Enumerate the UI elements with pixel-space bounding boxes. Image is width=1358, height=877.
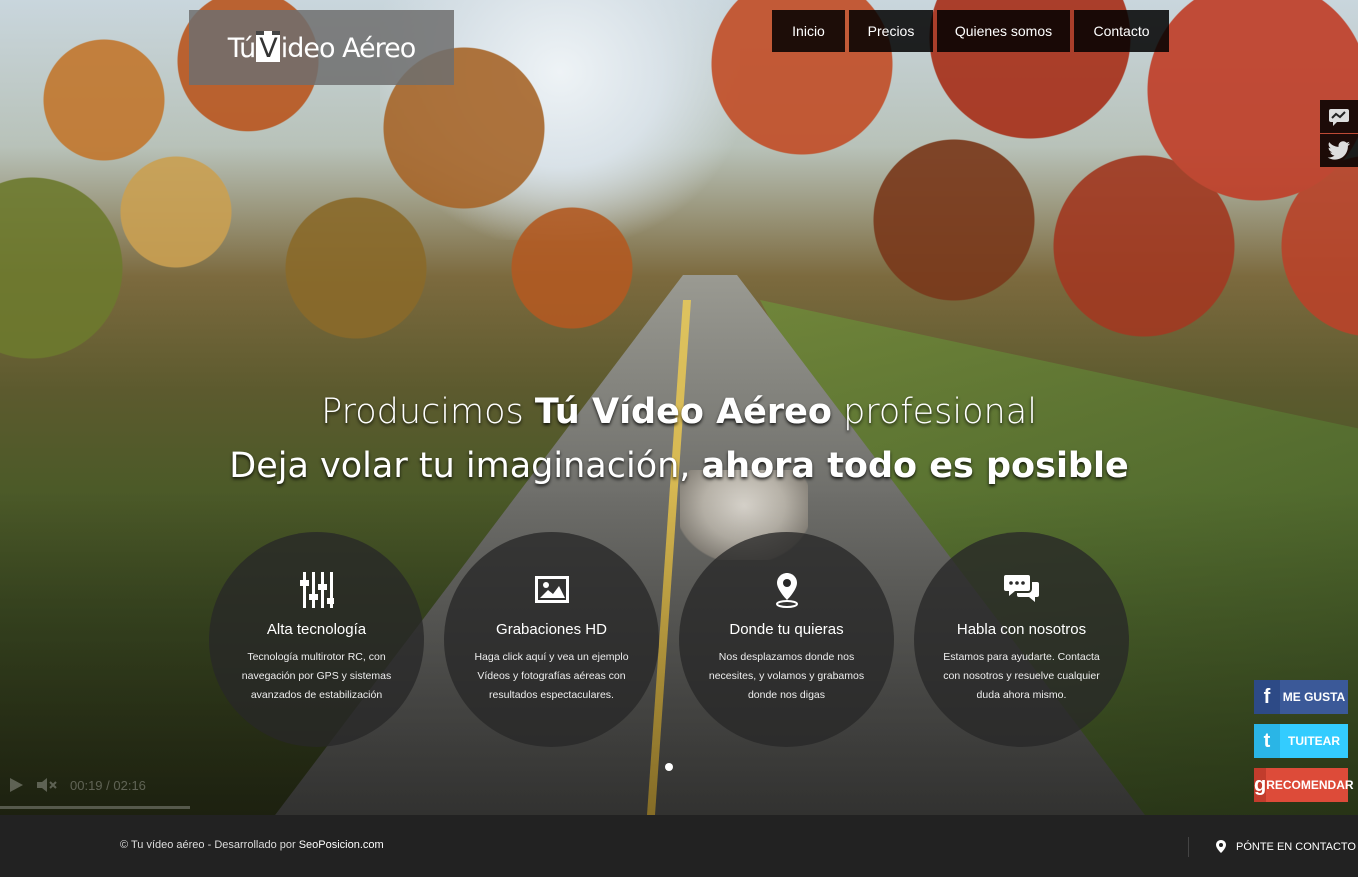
footer-contact-link[interactable]: PÓNTE EN CONTACTO [1216,840,1356,853]
feature-title: Alta tecnología [266,621,367,638]
feature-alta-tecnologia[interactable]: Alta tecnología Tecnología multirotor RC… [209,532,424,747]
nav-precios[interactable]: Precios [849,10,933,52]
location-pin-icon [1216,840,1226,853]
footer: © Tu vídeo aéreo - Desarrollado por SeoP… [0,815,1358,877]
image-icon [534,576,569,603]
logo-text: Tú Video Aéreo [227,31,416,64]
sliders-icon [299,572,334,608]
nav-quienes-somos[interactable]: Quienes somos [937,10,1070,52]
share-twitter-button[interactable] [1320,134,1358,167]
feature-title: Habla con nosotros [956,621,1087,638]
nav-contacto[interactable]: Contacto [1074,10,1169,52]
share-chart-button[interactable] [1320,100,1358,133]
twitter-tweet-button[interactable]: t TUITEAR [1254,724,1348,758]
feature-habla-con-nosotros[interactable]: Habla con nosotros Estamos para ayudarte… [914,532,1129,747]
google-plus-icon: g [1254,768,1267,802]
developer-link[interactable]: SeoPosicion.com [299,839,384,851]
slider-dot[interactable] [665,763,673,771]
video-progress-bar[interactable] [0,806,190,809]
site-logo[interactable]: Tú Video Aéreo [189,10,454,85]
video-time: 00:19 / 02:16 [70,777,146,793]
hero-subheadline: Deja volar tu imaginación, ahora todo es… [229,446,1129,486]
feature-text: Estamos para ayudarte. Contacta con noso… [943,651,1100,701]
play-icon[interactable] [8,777,24,793]
feature-text: Haga click aquí y vea un ejemplo Vídeos … [474,651,629,701]
chat-chart-icon [1329,108,1349,126]
feature-grabaciones-hd[interactable]: Grabaciones HD Haga click aquí y vea un … [444,532,659,747]
hero-headline: Producimos Tú Vídeo Aéreo profesional [321,392,1037,432]
feature-text: Tecnología multirotor RC, con navegación… [241,651,392,701]
feature-text: Nos desplazamos donde nos necesites, y v… [708,651,865,701]
facebook-icon: f [1254,680,1280,714]
feature-title: Donde tu quieras [729,621,844,638]
side-share-bar [1320,100,1358,168]
feature-donde-tu-quieras[interactable]: Donde tu quieras Nos desplazamos donde n… [679,532,894,747]
map-pin-icon [775,573,798,608]
footer-divider [1188,837,1189,857]
nav-inicio[interactable]: Inicio [772,10,845,52]
footer-copyright: © Tu vídeo aéreo - Desarrollado por SeoP… [120,839,384,851]
mute-icon[interactable] [36,777,58,793]
twitter-icon [1327,140,1350,160]
chat-icon [1003,575,1039,602]
main-nav: Inicio Precios Quienes somos Contacto [772,10,1169,52]
video-controls: 00:19 / 02:16 [8,777,146,793]
feature-title: Grabaciones HD [496,621,607,638]
twitter-icon: t [1254,724,1280,758]
facebook-like-button[interactable]: f ME GUSTA [1254,680,1348,714]
google-recommend-button[interactable]: g RECOMENDAR [1254,768,1354,802]
